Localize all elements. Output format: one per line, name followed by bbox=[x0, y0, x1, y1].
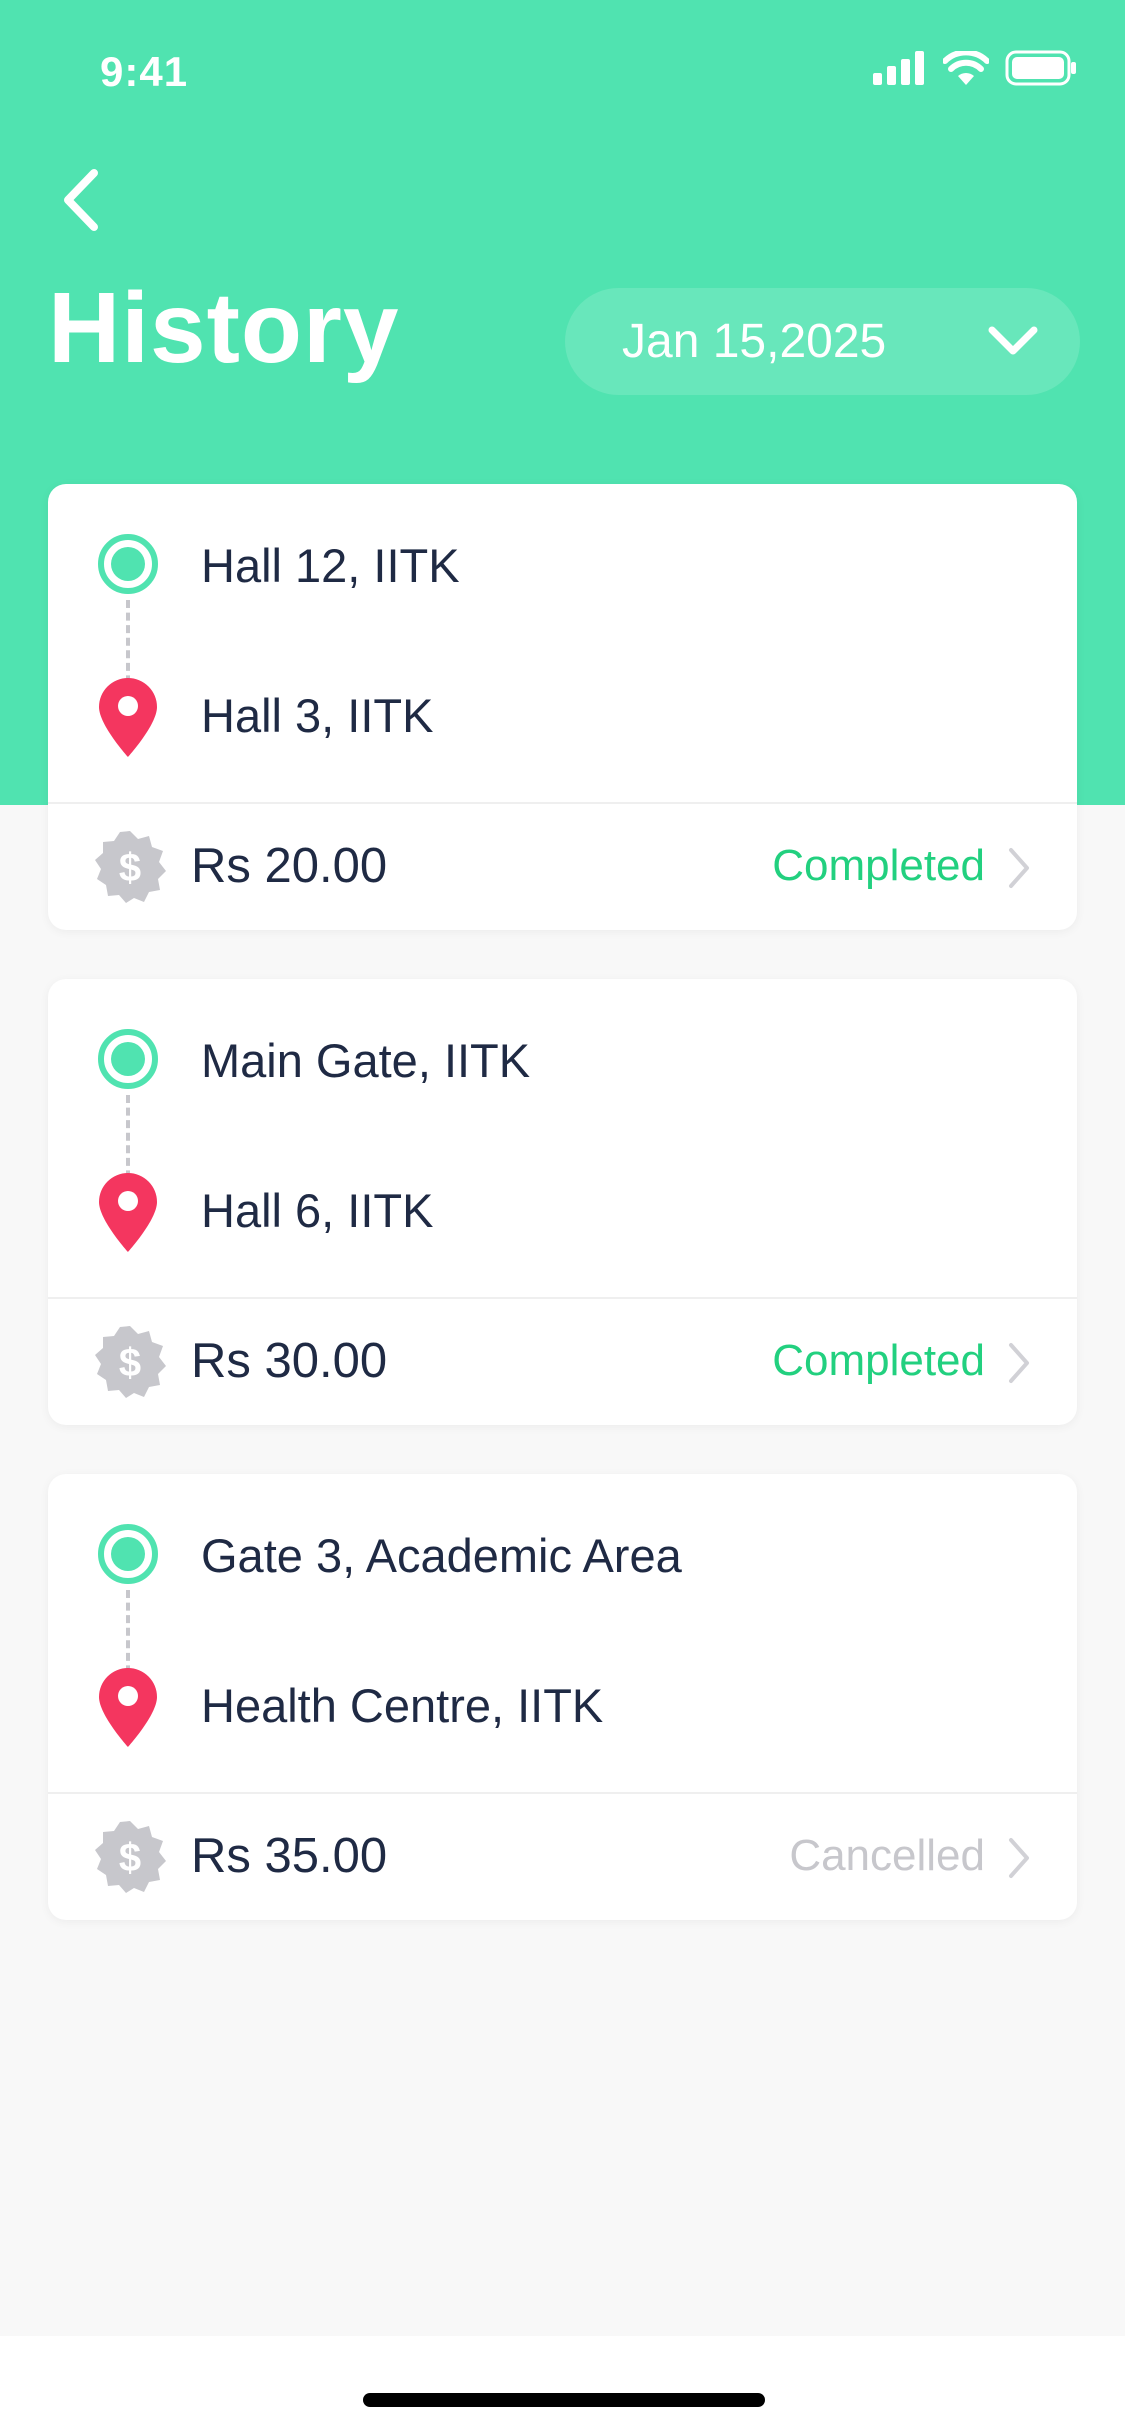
dropoff-location: Hall 6, IITK bbox=[201, 1184, 434, 1237]
fare-amount: Rs 35.00 bbox=[191, 1829, 388, 1883]
card-divider bbox=[48, 1792, 1077, 1794]
home-indicator[interactable] bbox=[363, 2393, 765, 2407]
date-filter-label: Jan 15,2025 bbox=[622, 315, 887, 368]
svg-text:$: $ bbox=[119, 1836, 141, 1880]
chevron-down-icon bbox=[988, 326, 1038, 355]
origin-ring-icon bbox=[98, 534, 158, 594]
status-time: 9:41 bbox=[100, 48, 189, 95]
dollar-badge-icon: $ bbox=[95, 831, 166, 903]
cellular-signal-icon bbox=[873, 51, 924, 85]
date-filter-dropdown[interactable]: Jan 15,2025 bbox=[565, 288, 1080, 395]
chevron-left-icon bbox=[64, 169, 98, 231]
dollar-badge-icon: $ bbox=[95, 1821, 166, 1893]
svg-text:$: $ bbox=[119, 1341, 141, 1385]
dropoff-location: Hall 3, IITK bbox=[201, 689, 434, 742]
ride-card[interactable]: Hall 12, IITK Hall 3, IITK $ Rs 20.00 Co… bbox=[48, 484, 1077, 930]
status-icons bbox=[873, 50, 1077, 86]
location-pin-icon bbox=[99, 678, 157, 757]
ride-card[interactable]: Main Gate, IITK Hall 6, IITK $ Rs 30.00 … bbox=[48, 979, 1077, 1425]
pickup-location: Gate 3, Academic Area bbox=[201, 1529, 682, 1582]
chevron-right-icon bbox=[1009, 1838, 1029, 1878]
dropoff-location: Health Centre, IITK bbox=[201, 1679, 604, 1732]
origin-ring-icon bbox=[98, 1524, 158, 1584]
pickup-location: Main Gate, IITK bbox=[201, 1034, 531, 1087]
card-divider bbox=[48, 802, 1077, 804]
pickup-location: Hall 12, IITK bbox=[201, 539, 460, 592]
page-title: History bbox=[48, 272, 400, 384]
home-indicator-area bbox=[0, 2336, 1125, 2436]
back-button[interactable] bbox=[40, 160, 120, 240]
fare-amount: Rs 30.00 bbox=[191, 1334, 388, 1388]
location-pin-icon bbox=[99, 1668, 157, 1747]
location-pin-icon bbox=[99, 1173, 157, 1252]
ride-status: Cancelled bbox=[789, 1831, 985, 1880]
dollar-badge-icon: $ bbox=[95, 1326, 166, 1398]
battery-icon bbox=[1005, 50, 1076, 86]
fare-amount: Rs 20.00 bbox=[191, 839, 388, 893]
svg-text:$: $ bbox=[119, 846, 141, 890]
wifi-icon bbox=[943, 51, 989, 85]
chevron-right-icon bbox=[1009, 848, 1029, 888]
origin-ring-icon bbox=[98, 1029, 158, 1089]
card-divider bbox=[48, 1297, 1077, 1299]
ride-status: Completed bbox=[772, 1336, 985, 1385]
status-bar: 9:41 bbox=[0, 0, 1125, 132]
ride-status: Completed bbox=[772, 841, 985, 890]
chevron-right-icon bbox=[1009, 1343, 1029, 1383]
ride-card[interactable]: Gate 3, Academic Area Health Centre, IIT… bbox=[48, 1474, 1077, 1920]
